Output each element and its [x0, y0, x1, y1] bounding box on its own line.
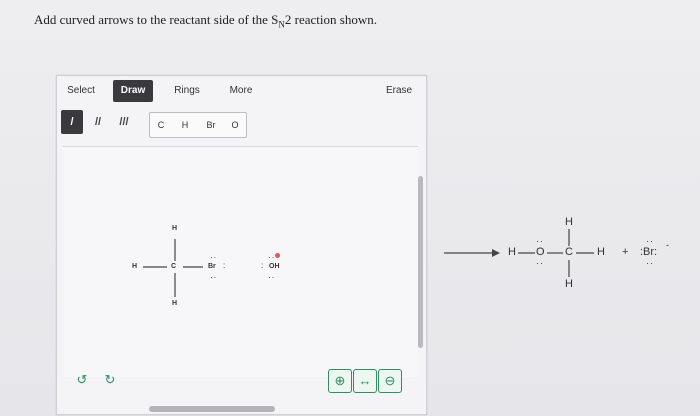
reactant-h-top: H	[172, 225, 178, 232]
zoom-out-icon[interactable]: ⊖	[378, 369, 402, 393]
reset-view-icon[interactable]: ↔	[353, 369, 377, 393]
bromide-charge: -	[666, 240, 669, 250]
br-ion-lone-pair-top: ··	[646, 236, 654, 246]
product-h-right: H	[597, 246, 605, 258]
o-lone-pair-top: ··	[536, 236, 544, 246]
oh-lone-pair-left: :	[261, 261, 264, 270]
oh-lone-pair-bottom: ··	[268, 273, 276, 282]
double-bond-button[interactable]: //	[87, 110, 109, 134]
br-lone-pair-right: :	[223, 261, 226, 270]
reactant-bonds	[143, 239, 203, 297]
tab-more[interactable]: More	[221, 80, 261, 102]
br-ion-lone-pair-bottom: ··	[646, 258, 654, 268]
reactant-bromine: Br	[208, 263, 216, 270]
tab-select[interactable]: Select	[61, 80, 101, 102]
molecule-editor: Select Draw Rings More Erase / // /// C …	[56, 75, 427, 415]
atom-tools: C H Br O	[149, 112, 247, 138]
undo-icon[interactable]: ↺	[71, 369, 93, 391]
reactant-carbon: C	[171, 263, 177, 270]
product-h-bottom: H	[565, 278, 573, 290]
atom-c-button[interactable]: C	[150, 113, 172, 137]
hydroxide: OH	[269, 263, 280, 270]
reactant-h-left: H	[132, 263, 138, 270]
atom-o-button[interactable]: O	[224, 113, 246, 137]
editor-toolbar: Select Draw Rings More Erase	[57, 76, 426, 104]
product-h-left: H	[508, 246, 516, 258]
erase-button[interactable]: Erase	[377, 80, 421, 102]
negative-charge-icon	[275, 253, 280, 258]
question-text: Add curved arrows to the reactant side o…	[34, 12, 377, 30]
atom-h-button[interactable]: H	[172, 113, 198, 137]
page: Add curved arrows to the reactant side o…	[0, 0, 700, 416]
product-carbon: C	[565, 246, 573, 258]
zoom-in-icon[interactable]: ⊕	[328, 369, 352, 393]
single-bond-button[interactable]: /	[61, 110, 83, 134]
triple-bond-button[interactable]: ///	[113, 110, 135, 134]
tab-draw[interactable]: Draw	[113, 80, 153, 102]
drawing-canvas[interactable]: H H C H Br ·· ·· : OH : ·· ··	[63, 146, 418, 377]
o-lone-pair-bottom: ··	[536, 258, 544, 268]
atom-br-button[interactable]: Br	[198, 113, 224, 137]
plus-sign: +	[622, 246, 629, 258]
br-lone-pair-bottom: ··	[210, 273, 218, 282]
bromide-ion: :Br:	[640, 246, 658, 258]
vertical-scrollbar[interactable]	[418, 176, 423, 348]
product-oxygen: O	[536, 246, 545, 258]
tab-rings[interactable]: Rings	[167, 80, 207, 102]
reactant-h-bottom: H	[172, 300, 178, 307]
br-lone-pair-top: ··	[210, 253, 218, 262]
redo-icon[interactable]: ↻	[99, 369, 121, 391]
horizontal-scrollbar[interactable]	[149, 406, 275, 412]
product-h-top: H	[565, 216, 573, 228]
